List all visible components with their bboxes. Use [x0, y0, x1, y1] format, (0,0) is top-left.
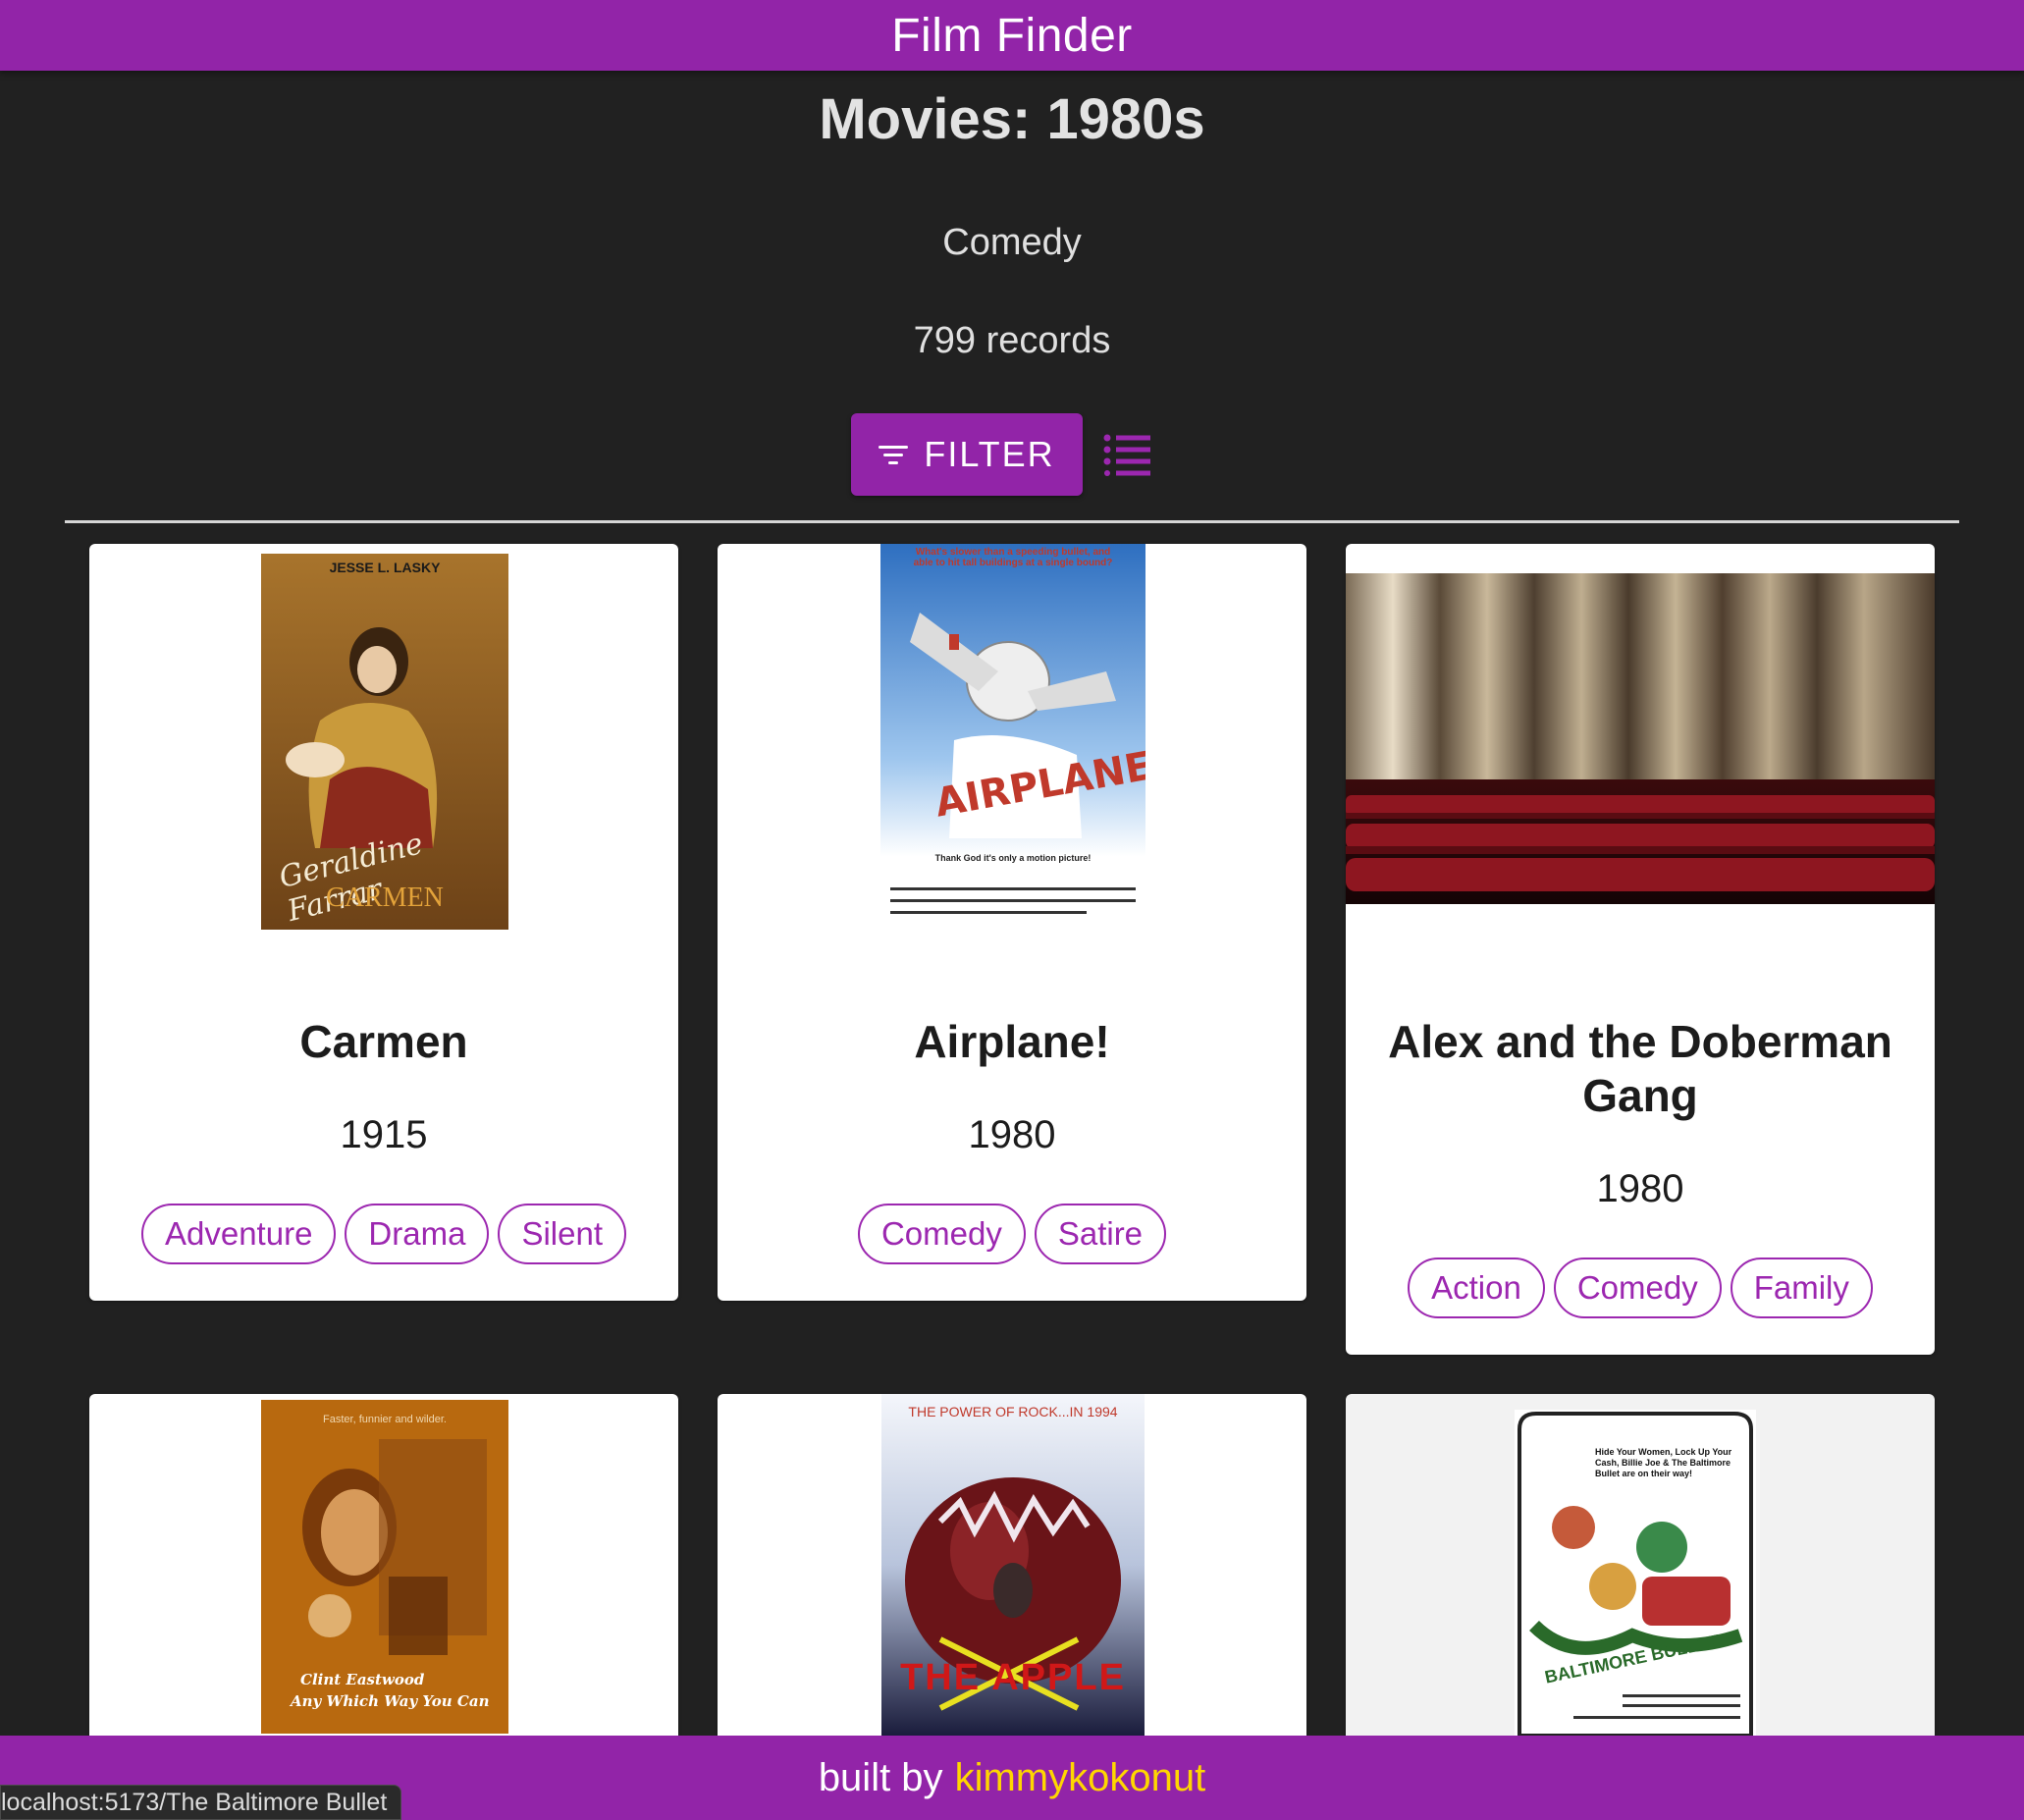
genre-chip[interactable]: Silent: [498, 1204, 627, 1264]
movie-card[interactable]: JESSE L. LASKY Geraldine Farrar CARMEN C…: [89, 544, 678, 1301]
filter-button[interactable]: FILTER: [851, 413, 1083, 496]
movie-card[interactable]: Alex and the Doberman Gang 1980 Action C…: [1346, 544, 1935, 1355]
record-count: 799 records: [913, 320, 1111, 361]
poster-text: THE POWER OF ROCK...IN 1994: [908, 1404, 1118, 1419]
movie-poster: JESSE L. LASKY Geraldine Farrar CARMEN: [261, 554, 508, 930]
movie-title: Alex and the Doberman Gang: [1388, 1016, 1892, 1121]
poster-text: THE APPLE: [900, 1657, 1126, 1698]
author-link[interactable]: kimmykokonut: [955, 1756, 1206, 1800]
poster-text: Clint Eastwood: [300, 1671, 425, 1688]
movie-year: 1980: [968, 1113, 1056, 1156]
movie-title: Carmen: [299, 1016, 468, 1067]
genre-chip[interactable]: Comedy: [857, 1204, 1026, 1264]
poster-text: Faster, funnier and wilder.: [323, 1414, 447, 1425]
genre-label: Comedy: [942, 222, 1082, 263]
genre-chips: Action Comedy Family: [1346, 1258, 1935, 1318]
poster-text: JESSE L. LASKY: [329, 560, 441, 575]
status-bar-url: localhost:5173/The Baltimore Bullet: [0, 1785, 402, 1820]
movie-poster: Hide Your Women, Lock Up Your Cash, Bill…: [1515, 1410, 1756, 1736]
poster-text: CARMEN: [326, 883, 444, 913]
genre-chip[interactable]: Satire: [1034, 1204, 1167, 1264]
movie-poster: What's slower than a speeding bullet, an…: [880, 544, 1145, 935]
movie-card[interactable]: What's slower than a speeding bullet, an…: [718, 544, 1306, 1301]
app-title[interactable]: Film Finder: [891, 9, 1133, 63]
poster-text: Thank God it's only a motion picture!: [934, 853, 1092, 863]
genre-chip[interactable]: Comedy: [1553, 1258, 1722, 1318]
movie-title: Airplane!: [914, 1016, 1110, 1067]
theater-curtain-image: [1346, 573, 1935, 904]
built-by-label: built by: [818, 1755, 943, 1799]
genre-chips: Adventure Drama Silent: [89, 1204, 678, 1264]
genre-chip[interactable]: Adventure: [140, 1204, 337, 1264]
page-title: Movies: 1980s: [819, 87, 1205, 151]
movie-poster: Faster, funnier and wilder. Clint Eastwo…: [261, 1400, 508, 1734]
app-header: Film Finder: [0, 0, 2024, 71]
genre-chip[interactable]: Family: [1730, 1258, 1873, 1318]
genre-chip[interactable]: Action: [1408, 1258, 1545, 1318]
list-view-icon[interactable]: [1103, 433, 1150, 476]
page: Film Finder Movies: 1980s Comedy 799 rec…: [0, 0, 2024, 1820]
filter-icon: [879, 445, 909, 464]
poster-text: What's slower than a speeding bullet, an…: [913, 547, 1113, 568]
poster-text: Any Which Way You Can: [291, 1692, 490, 1710]
movie-year: 1980: [1596, 1167, 1684, 1210]
movie-year: 1915: [340, 1113, 428, 1156]
filter-button-label: FILTER: [924, 434, 1055, 474]
genre-chips: Comedy Satire: [718, 1204, 1306, 1264]
divider: [65, 520, 1959, 523]
poster-text: Hide Your Women, Lock Up Your Cash, Bill…: [1595, 1447, 1732, 1478]
genre-chip[interactable]: Drama: [345, 1204, 490, 1264]
movie-poster: THE POWER OF ROCK...IN 1994 THE APPLE: [881, 1394, 1145, 1736]
